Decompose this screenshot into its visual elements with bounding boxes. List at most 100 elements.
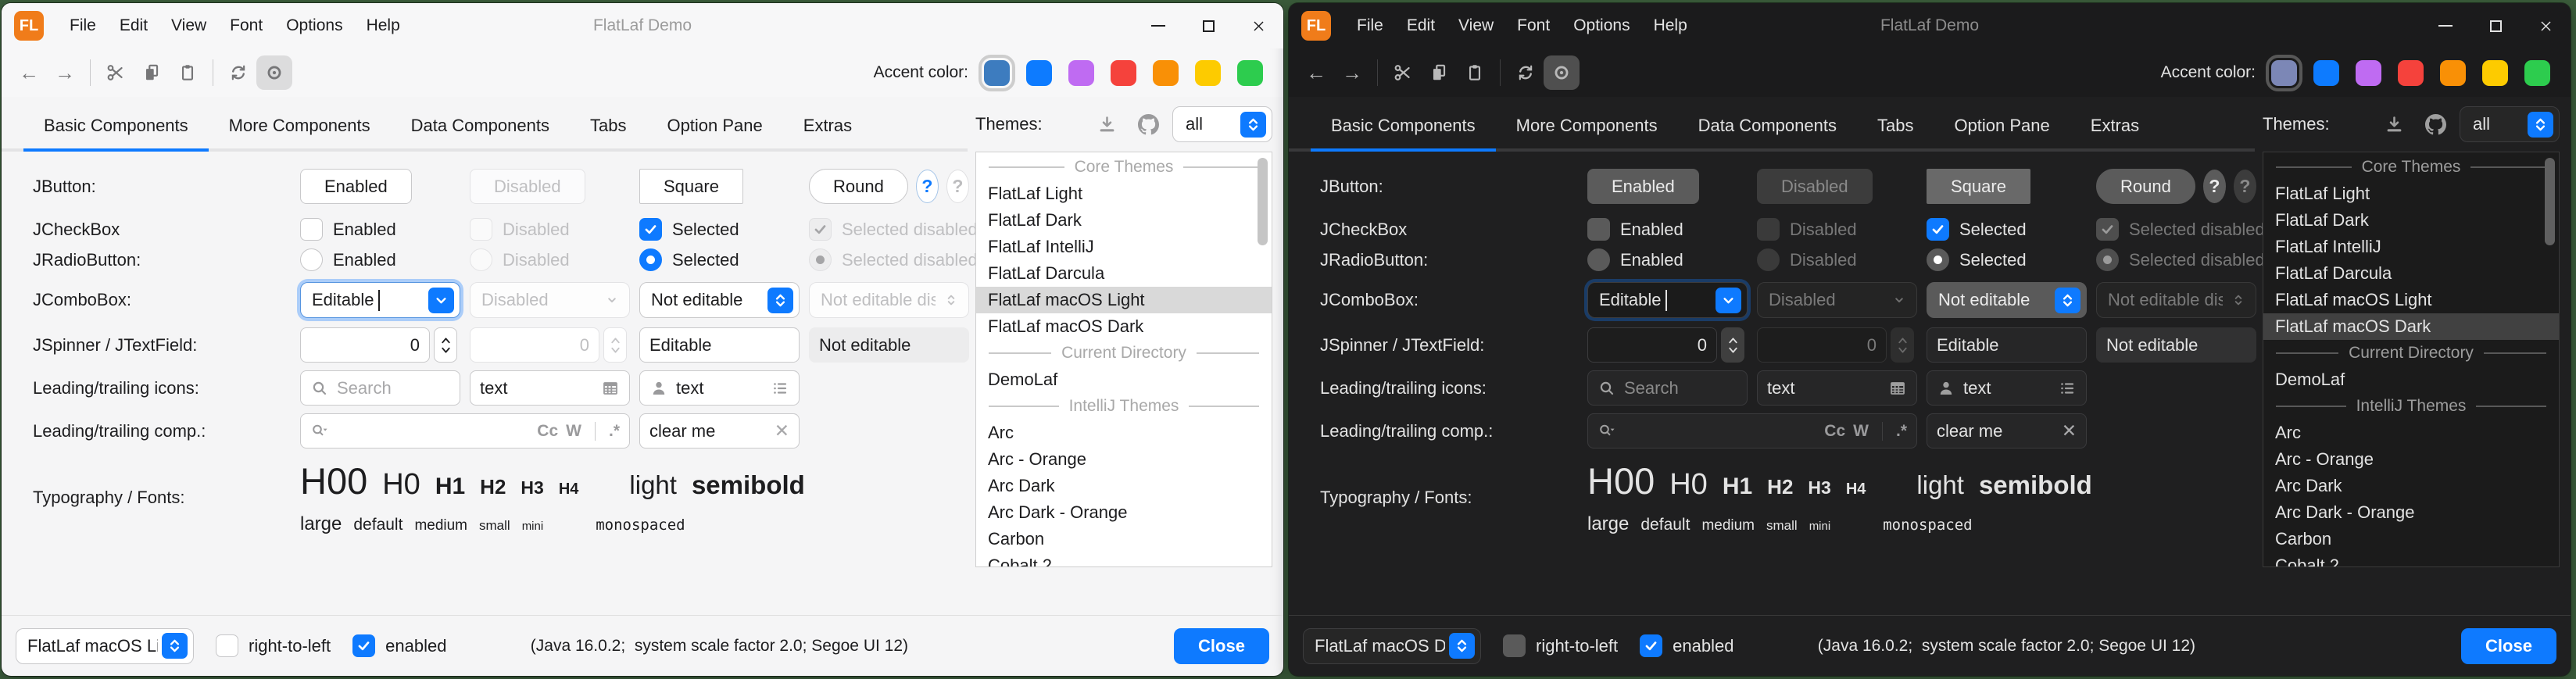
accent-swatch-red[interactable] <box>2398 60 2424 86</box>
themes-filter-combobox[interactable]: all <box>2460 106 2560 142</box>
calendar-icon[interactable] <box>1888 379 1907 398</box>
scrollbar-thumb[interactable] <box>2545 158 2555 245</box>
theme-list-item[interactable]: FlatLaf macOS Light <box>2263 287 2559 313</box>
accent-swatch-blue[interactable] <box>2313 60 2339 86</box>
theme-list-item[interactable]: FlatLaf Light <box>976 180 1272 207</box>
maximize-button[interactable] <box>1183 3 1233 48</box>
spinner-arrows[interactable] <box>434 327 457 363</box>
accent-swatch-blue[interactable] <box>1026 60 1052 86</box>
menu-help[interactable]: Help <box>1642 11 1699 41</box>
accent-swatch-orange[interactable] <box>1153 60 1179 86</box>
close-button[interactable] <box>2521 3 2571 48</box>
combobox-arrow-button[interactable] <box>428 288 454 313</box>
theme-list-item[interactable]: Arc Dark <box>2263 473 2559 499</box>
menu-options[interactable]: Options <box>1562 11 1641 41</box>
paste-button[interactable] <box>170 55 206 90</box>
theme-list-item[interactable]: FlatLaf Dark <box>2263 207 2559 234</box>
copy-button[interactable] <box>1421 55 1457 90</box>
tab-extras[interactable]: Extras <box>2070 116 2159 152</box>
combobox-arrow-button[interactable] <box>1449 633 1475 659</box>
radio-enabled[interactable]: Enabled <box>300 248 460 271</box>
menu-help[interactable]: Help <box>355 11 412 41</box>
tab-option-pane[interactable]: Option Pane <box>1934 116 2070 152</box>
download-themes-button[interactable] <box>1089 107 1124 141</box>
accent-swatch-default[interactable] <box>2271 60 2297 86</box>
accent-swatch-yellow[interactable] <box>1195 60 1221 86</box>
enabled-checkbox[interactable]: enabled <box>1640 634 1733 657</box>
theme-list-item[interactable]: Arc <box>976 420 1272 446</box>
close-button[interactable] <box>1233 3 1283 48</box>
menu-file[interactable]: File <box>1345 11 1395 41</box>
enabled-checkbox[interactable]: enabled <box>352 634 446 657</box>
combobox-not-editable[interactable]: Not editable <box>639 282 800 318</box>
theme-list-item[interactable]: FlatLaf Darcula <box>2263 260 2559 287</box>
checkbox-enabled[interactable]: Enabled <box>300 218 460 241</box>
combobox-arrow-button[interactable] <box>2055 288 2080 313</box>
menu-edit[interactable]: Edit <box>108 11 159 41</box>
cut-button[interactable] <box>98 55 134 90</box>
accent-swatch-red[interactable] <box>1111 60 1136 86</box>
accent-swatch-orange[interactable] <box>2440 60 2466 86</box>
regex-button[interactable]: .* <box>1896 422 1907 441</box>
themes-filter-combobox[interactable]: all <box>1172 106 1272 142</box>
refresh-button[interactable] <box>220 55 256 90</box>
right-to-left-checkbox[interactable]: right-to-left <box>216 634 331 657</box>
clearable-field[interactable]: clear me ✕ <box>1927 413 2087 448</box>
match-case-button[interactable]: Cc <box>1824 422 1845 441</box>
clear-icon[interactable]: ✕ <box>775 420 789 441</box>
calendar-icon[interactable] <box>601 379 620 398</box>
text-field-person-list[interactable]: text <box>639 370 800 406</box>
menu-font[interactable]: Font <box>1505 11 1562 41</box>
theme-list-item[interactable]: FlatLaf IntelliJ <box>2263 234 2559 260</box>
tab-more-components[interactable]: More Components <box>209 116 391 152</box>
list-icon[interactable] <box>2058 379 2077 398</box>
close-demo-button[interactable]: Close <box>2461 628 2556 664</box>
back-button[interactable]: ← <box>1298 55 1334 90</box>
cut-button[interactable] <box>1385 55 1421 90</box>
theme-list-item[interactable]: Carbon <box>2263 526 2559 552</box>
help-button[interactable]: ? <box>2203 170 2226 203</box>
theme-list-item[interactable]: FlatLaf Dark <box>976 207 1272 234</box>
menu-options[interactable]: Options <box>274 11 354 41</box>
text-field-person-list[interactable]: text <box>1927 370 2087 406</box>
tab-tabs[interactable]: Tabs <box>1857 116 1934 152</box>
copy-button[interactable] <box>134 55 170 90</box>
search-with-dropdown-icon[interactable] <box>1597 422 1616 441</box>
refresh-button[interactable] <box>1508 55 1544 90</box>
enabled-button[interactable]: Enabled <box>1587 169 1699 204</box>
regex-button[interactable]: .* <box>609 422 620 441</box>
square-button[interactable]: Square <box>1927 169 2030 204</box>
scrollbar-thumb[interactable] <box>1258 158 1268 245</box>
theme-list-item[interactable]: FlatLaf macOS Dark <box>976 313 1272 340</box>
paste-button[interactable] <box>1457 55 1493 90</box>
github-button[interactable] <box>2418 107 2453 141</box>
theme-list-item[interactable]: Arc <box>2263 420 2559 446</box>
accent-swatch-purple[interactable] <box>2356 60 2381 86</box>
clear-icon[interactable]: ✕ <box>2062 420 2077 441</box>
spinner-field[interactable]: 0 <box>1587 327 1717 363</box>
radio-enabled[interactable]: Enabled <box>1587 248 1748 271</box>
tab-more-components[interactable]: More Components <box>1496 116 1678 152</box>
theme-list-item[interactable]: FlatLaf macOS Light <box>976 287 1272 313</box>
theme-list-item[interactable]: Arc Dark - Orange <box>2263 499 2559 526</box>
theme-list-item[interactable]: Arc - Orange <box>2263 446 2559 473</box>
tab-data-components[interactable]: Data Components <box>391 116 570 152</box>
square-button[interactable]: Square <box>639 169 743 204</box>
github-button[interactable] <box>1131 107 1165 141</box>
back-button[interactable]: ← <box>11 55 47 90</box>
theme-list-item[interactable]: DemoLaf <box>976 366 1272 393</box>
laf-combobox[interactable]: FlatLaf macOS D... <box>1303 628 1481 664</box>
right-to-left-checkbox[interactable]: right-to-left <box>1503 634 1618 657</box>
theme-list-item[interactable]: DemoLaf <box>2263 366 2559 393</box>
combobox-arrow-button[interactable] <box>1240 112 1266 138</box>
combobox-arrow-button[interactable] <box>1716 288 1741 313</box>
theme-list-item[interactable]: Cobalt 2 <box>2263 552 2559 567</box>
theme-list-item[interactable]: FlatLaf Light <box>2263 180 2559 207</box>
combobox-not-editable[interactable]: Not editable <box>1927 282 2087 318</box>
forward-button[interactable]: → <box>47 55 83 90</box>
text-field-calendar[interactable]: text <box>470 370 630 406</box>
tab-extras[interactable]: Extras <box>783 116 872 152</box>
theme-list-item[interactable]: FlatLaf Darcula <box>976 260 1272 287</box>
tab-data-components[interactable]: Data Components <box>1678 116 1857 152</box>
theme-list-item[interactable]: Arc - Orange <box>976 446 1272 473</box>
